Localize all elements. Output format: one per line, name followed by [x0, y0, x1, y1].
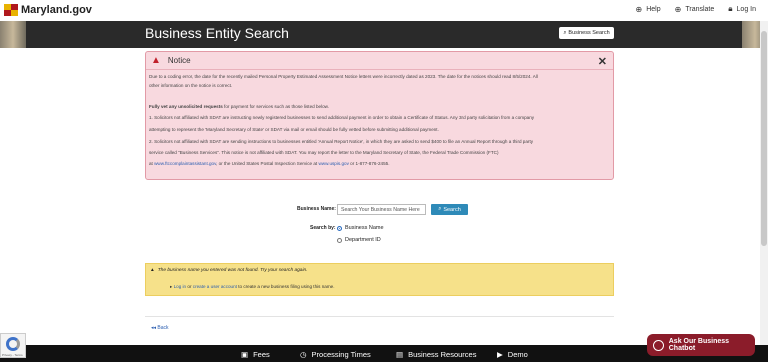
chatbot-label: Ask Our Business Chatbot [668, 338, 730, 352]
lock-icon: 🔒︎ [728, 4, 733, 13]
page-title: Business Entity Search [145, 25, 289, 41]
recaptcha-badge[interactable]: Privacy - Terms [0, 333, 26, 358]
translate-link[interactable]: ⊕ Translate [675, 4, 715, 14]
banner-image-left [0, 21, 26, 48]
close-icon[interactable]: ✕ [598, 55, 607, 68]
login-link[interactable]: 🔒︎ Log In [728, 4, 756, 14]
business-search-label: Business Search [568, 30, 610, 36]
notice-item2-post: or 1-877-876-2455. [348, 161, 390, 166]
radio-business-name-label: Business Name [345, 225, 384, 231]
notice-item2-line1: 2. Solicitors not affiliated with SDAT a… [149, 139, 534, 144]
notice-item2-line3: at www.ftccomplaintassistant.gov, or the… [149, 161, 389, 166]
notice-item2-mid: , or the United States Postal Inspection… [216, 161, 319, 166]
radio-business-name[interactable]: Business Name [337, 225, 384, 231]
business-name-placeholder: Search Your Business Name Here [341, 206, 420, 213]
chat-icon [653, 339, 664, 351]
divider [145, 316, 614, 317]
notice-panel: ▲ Notice ✕ Due to a coding error, the da… [145, 51, 614, 180]
notice-item1-line2: attempting to represent the 'Maryland Se… [149, 127, 439, 132]
alert-message-row: ▲ The business name you entered was not … [150, 268, 308, 273]
notice-item1-line1: 1. Solicitors not affiliated with SDAT a… [149, 115, 535, 120]
footer-processing-label: Processing Times [311, 350, 371, 359]
help-link[interactable]: ⊕ Help [636, 4, 661, 14]
alert-or: or [186, 284, 193, 289]
money-icon: ▣ [241, 350, 249, 359]
business-search-button[interactable]: ⌕ Business Search [559, 27, 614, 39]
clock-icon: ◷ [300, 350, 307, 359]
footer-processing-times[interactable]: ◷ Processing Times [300, 350, 371, 359]
radio-unselected-icon [337, 237, 342, 243]
search-by-label: Search by: [310, 225, 336, 231]
notice-p2-bold: Fully vet any unsolicited requests [149, 104, 223, 109]
maryland-flag-icon [4, 4, 18, 16]
notice-p1-line2: other information on the notice is corre… [149, 83, 233, 88]
create-account-link[interactable]: create a user account [193, 284, 237, 289]
back-link[interactable]: ◂◂ Back [151, 325, 169, 331]
search-icon: ⌕ [438, 206, 442, 212]
not-found-alert: ▲ The business name you entered was not … [145, 263, 614, 296]
warning-icon: ▲ [151, 55, 161, 66]
business-name-input[interactable]: Search Your Business Name Here [337, 204, 426, 215]
page-banner: Business Entity Search ⌕ Business Search [0, 21, 768, 48]
notice-p2: Fully vet any unsolicited requests for p… [149, 104, 329, 109]
help-label: Help [646, 5, 661, 13]
back-label: Back [157, 325, 169, 331]
login-label: Log In [736, 5, 756, 13]
notice-title: Notice [167, 56, 191, 65]
scrollbar[interactable] [760, 21, 768, 345]
recaptcha-text: Privacy - Terms [2, 353, 23, 357]
radio-department-id-label: Department ID [345, 237, 381, 243]
globe-icon: ⊕ [674, 4, 682, 14]
footer-fees-label: Fees [253, 350, 270, 359]
footer-demo-label: Demo [507, 350, 528, 359]
translate-label: Translate [685, 5, 715, 13]
globe-help-icon: ⊕ [635, 4, 643, 14]
video-icon: ▶ [497, 350, 503, 359]
notice-p2-rest: for payment for services such as those l… [222, 104, 329, 109]
footer-demo[interactable]: ▶ Demo [497, 350, 528, 359]
chatbot-button[interactable]: Ask Our Business Chatbot [647, 334, 755, 356]
maryland-logo[interactable]: Maryland.gov [4, 4, 92, 16]
footer-business-resources[interactable]: ▤ Business Resources [396, 350, 476, 359]
notice-header: ▲ Notice [146, 52, 613, 70]
uspis-link[interactable]: www.uspis.gov [318, 161, 348, 166]
notice-p1-line1: Due to a coding error, the date for the … [149, 74, 538, 79]
footer-fees[interactable]: ▣ Fees [241, 350, 270, 359]
business-name-label: Business Name: [297, 206, 336, 212]
ftc-link[interactable]: www.ftccomplaintassistant.gov [154, 161, 216, 166]
search-icon: ⌕ [563, 29, 567, 36]
search-button[interactable]: ⌕ Search [431, 204, 468, 215]
logo-text: Maryland.gov [21, 4, 92, 16]
book-icon: ▤ [396, 350, 404, 359]
top-bar: Maryland.gov ⊕ Help ⊕ Translate 🔒︎ Log I… [0, 0, 768, 21]
alert-rest: to create a new business filing using th… [236, 284, 335, 289]
notice-item2-line2: service called "Business Services". This… [149, 150, 499, 155]
scrollbar-thumb[interactable] [761, 31, 767, 246]
warning-icon: ▲ [150, 268, 155, 273]
alert-message: The business name you entered was not fo… [157, 268, 308, 273]
alert-actions: ▸ Log in or create a user account to cre… [170, 284, 335, 290]
top-links: ⊕ Help ⊕ Translate 🔒︎ Log In [636, 4, 756, 14]
chevron-right-icon: ▸ [170, 284, 173, 289]
search-button-label: Search [443, 206, 461, 213]
alert-login-link[interactable]: Log in [174, 284, 187, 289]
radio-department-id[interactable]: Department ID [337, 237, 381, 243]
recaptcha-icon [6, 337, 20, 351]
radio-selected-icon [337, 225, 342, 231]
footer-resources-label: Business Resources [408, 350, 477, 359]
